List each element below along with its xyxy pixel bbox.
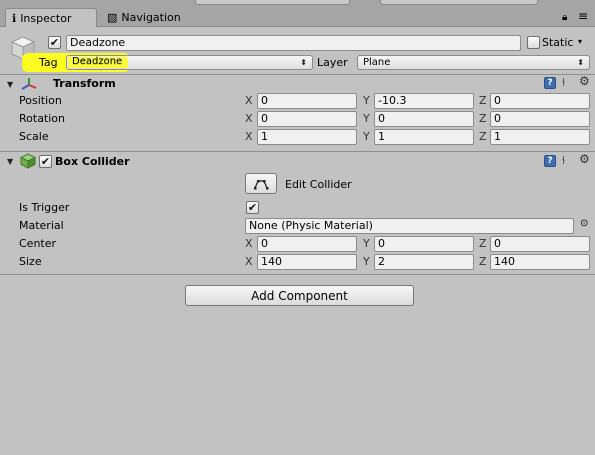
size-label: Size — [19, 255, 42, 268]
add-component-button[interactable]: Add Component — [185, 285, 414, 306]
is-trigger-label: Is Trigger — [19, 201, 70, 214]
dropdown-arrow-icon: ⬍ — [577, 58, 584, 67]
tab-stub — [195, 0, 350, 5]
position-x-field[interactable]: 0 — [257, 93, 357, 109]
tag-value-highlighted: Deadzone — [72, 56, 123, 67]
box-collider-title: Box Collider — [55, 155, 130, 168]
axis-y-label: Y — [363, 112, 370, 125]
position-label: Position — [19, 94, 62, 107]
rotation-z-field[interactable]: 0 — [490, 111, 590, 127]
rotation-y-field[interactable]: 0 — [374, 111, 474, 127]
preset-icon[interactable]: ⫮ — [562, 154, 565, 166]
scale-label: Scale — [19, 130, 49, 143]
tag-label: Tag — [39, 56, 58, 69]
help-icon[interactable]: ? — [544, 77, 556, 89]
tab-stub — [380, 0, 538, 5]
gear-icon[interactable]: ⚙ — [579, 153, 590, 165]
center-y-field[interactable]: 0 — [374, 236, 474, 252]
add-component-label: Add Component — [251, 288, 348, 303]
edit-collider-label: Edit Collider — [285, 178, 352, 191]
axis-x-label: X — [245, 255, 253, 268]
lock-icon[interactable]: 🔒︎ — [562, 12, 567, 23]
size-z-field[interactable]: 140 — [490, 254, 590, 270]
info-icon: ℹ — [12, 11, 17, 25]
help-icon[interactable]: ? — [544, 155, 556, 167]
rotation-x-field[interactable]: 0 — [257, 111, 357, 127]
active-checkbox[interactable]: ✔ — [48, 36, 61, 49]
layer-value: Plane — [363, 57, 391, 68]
center-z-field[interactable]: 0 — [490, 236, 590, 252]
axis-x-label: X — [245, 94, 253, 107]
material-label: Material — [19, 219, 64, 232]
axis-z-label: Z — [479, 237, 487, 250]
axis-x-label: X — [245, 237, 253, 250]
object-picker-icon[interactable]: ⊙ — [580, 218, 588, 229]
material-field[interactable]: None (Physic Material) — [245, 218, 574, 234]
object-name-field[interactable]: Deadzone — [66, 35, 521, 51]
axis-y-label: Y — [363, 237, 370, 250]
navigation-icon: ▧ — [107, 11, 118, 24]
tab-navigation[interactable]: ▧ Navigation — [101, 8, 196, 27]
scale-y-field[interactable]: 1 — [374, 129, 474, 145]
center-x-field[interactable]: 0 — [257, 236, 357, 252]
static-checkbox[interactable] — [527, 36, 540, 49]
center-label: Center — [19, 237, 57, 250]
menu-icon[interactable]: ≡ — [578, 9, 588, 23]
axis-z-label: Z — [479, 255, 487, 268]
axis-x-label: X — [245, 130, 253, 143]
is-trigger-checkbox[interactable]: ✔ — [246, 201, 259, 214]
box-collider-icon — [20, 153, 36, 169]
gear-icon[interactable]: ⚙ — [579, 75, 590, 87]
foldout-arrow-icon[interactable]: ▼ — [7, 80, 13, 89]
static-label: Static — [542, 36, 574, 49]
transform-axes-icon — [21, 78, 37, 90]
scale-x-field[interactable]: 1 — [257, 129, 357, 145]
rotation-label: Rotation — [19, 112, 66, 125]
layer-label: Layer — [317, 56, 348, 69]
layer-dropdown[interactable]: Plane ⬍ — [357, 55, 590, 70]
foldout-arrow-icon[interactable]: ▼ — [7, 157, 13, 166]
position-z-field[interactable]: 0 — [490, 93, 590, 109]
axis-z-label: Z — [479, 130, 487, 143]
edit-collider-button[interactable] — [245, 173, 277, 194]
dropdown-arrow-icon: ⬍ — [300, 58, 307, 67]
box-collider-enabled-checkbox[interactable]: ✔ — [39, 155, 52, 168]
axis-z-label: Z — [479, 112, 487, 125]
tab-inspector[interactable]: ℹ Inspector — [5, 8, 97, 27]
size-x-field[interactable]: 140 — [257, 254, 357, 270]
edit-collider-icon — [254, 179, 269, 189]
divider — [0, 274, 595, 275]
tab-navigation-label: Navigation — [121, 11, 181, 24]
transform-title: Transform — [53, 77, 116, 90]
axis-x-label: X — [245, 112, 253, 125]
position-y-field[interactable]: -10.3 — [374, 93, 474, 109]
axis-y-label: Y — [363, 130, 370, 143]
tab-inspector-label: Inspector — [20, 11, 72, 25]
axis-z-label: Z — [479, 94, 487, 107]
static-dropdown-arrow-icon[interactable]: ▾ — [578, 37, 582, 46]
size-y-field[interactable]: 2 — [374, 254, 474, 270]
preset-icon[interactable]: ⫮ — [562, 76, 565, 88]
axis-y-label: Y — [363, 255, 370, 268]
axis-y-label: Y — [363, 94, 370, 107]
scale-z-field[interactable]: 1 — [490, 129, 590, 145]
